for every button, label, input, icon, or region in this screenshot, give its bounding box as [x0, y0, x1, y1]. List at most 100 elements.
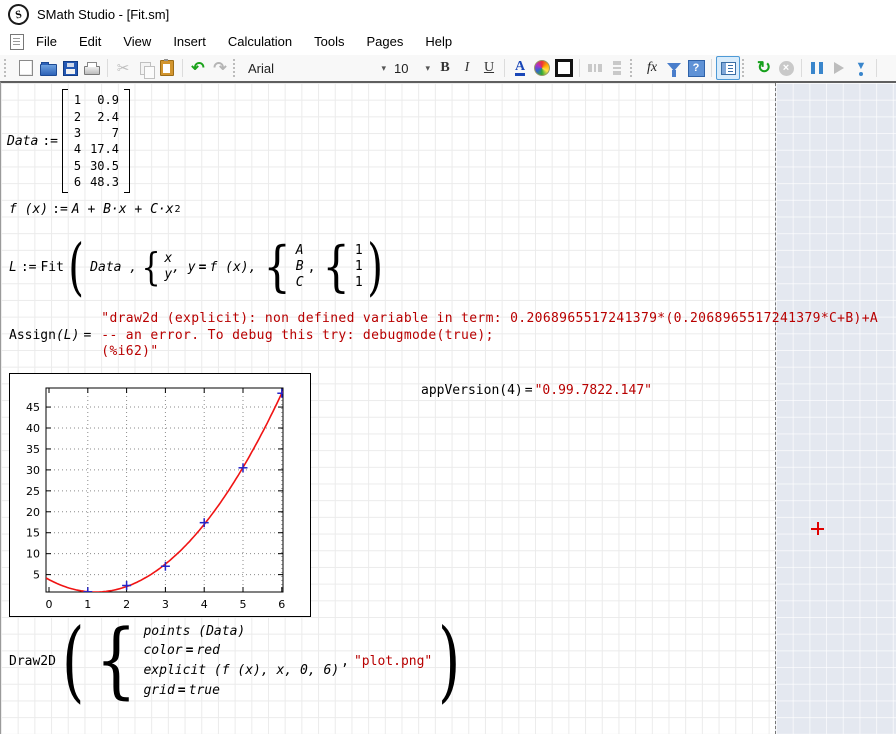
- filter-button[interactable]: [663, 57, 685, 79]
- draw2d-filename: "plot.png": [354, 654, 432, 669]
- svg-text:30: 30: [26, 464, 40, 477]
- paste-button[interactable]: [156, 57, 178, 79]
- app-version-region[interactable]: appVersion (4) = "0.99.7822.147": [421, 383, 652, 398]
- font-size-select[interactable]: 10 ▾: [390, 58, 434, 78]
- function-button[interactable]: fx: [641, 57, 663, 79]
- reference-button[interactable]: ?: [685, 57, 707, 79]
- new-page-icon: [19, 60, 33, 76]
- toolbar-separator: [504, 59, 505, 77]
- draw2d-region[interactable]: Draw2D ( { points (Data) color=red expli…: [9, 617, 467, 705]
- menu-edit[interactable]: Edit: [68, 30, 112, 53]
- background-color-button[interactable]: [531, 57, 553, 79]
- bool-equals: =: [196, 260, 210, 275]
- bold-button[interactable]: B: [434, 57, 456, 79]
- data-label: Data: [7, 134, 38, 149]
- print-button[interactable]: [81, 57, 103, 79]
- play-button[interactable]: [828, 57, 850, 79]
- undo-button[interactable]: ↶: [187, 57, 209, 79]
- svg-text:20: 20: [26, 506, 40, 519]
- toolbar-separator: [876, 59, 877, 77]
- vertical-spacing-icon: [613, 61, 621, 75]
- stop-icon: ×: [779, 61, 794, 76]
- play-icon: [834, 62, 844, 74]
- appversion-label: appVersion: [421, 383, 499, 398]
- side-panel-toggle[interactable]: [716, 56, 740, 80]
- page-extension-area[interactable]: [775, 83, 896, 734]
- matrix-row: 37: [73, 125, 119, 141]
- redo-button[interactable]: ↷: [209, 57, 231, 79]
- svg-text:4: 4: [201, 598, 208, 611]
- pause-button[interactable]: [806, 57, 828, 79]
- app-logo-icon: S: [6, 1, 31, 26]
- fit-equation-pre: , y: [172, 260, 195, 275]
- printer-icon: [84, 66, 100, 75]
- font-color-button[interactable]: A: [509, 57, 531, 79]
- stop-button[interactable]: ×: [775, 57, 797, 79]
- underline-icon: U: [484, 60, 494, 76]
- paren-close: ): [367, 238, 383, 297]
- font-family-select[interactable]: Arial ▾: [244, 58, 390, 78]
- fit-lhs: L: [9, 260, 17, 275]
- assign-error-region[interactable]: Assign (L) = "draw2d (explicit): non def…: [9, 311, 878, 361]
- document-icon[interactable]: [10, 34, 24, 50]
- copy-icon: [140, 62, 151, 75]
- chevron-down-icon: ▾: [381, 63, 386, 74]
- function-definition-region[interactable]: f (x) := A + B·x + C·x 2: [9, 202, 181, 217]
- data-matrix-region[interactable]: Data := 10.9 22.4 37 417.4 530.5 648.3: [7, 89, 130, 193]
- error-message: "draw2d (explicit): non defined variable…: [101, 311, 878, 361]
- fit-function-name: Fit: [40, 260, 63, 275]
- draw2d-arguments: points (Data) color=red explicit (f (x),…: [143, 622, 339, 700]
- draw2d-label: Draw2D: [9, 654, 56, 669]
- assign-operator: :=: [38, 134, 62, 149]
- new-button[interactable]: [15, 57, 37, 79]
- svg-text:15: 15: [26, 527, 40, 540]
- open-button[interactable]: [37, 57, 59, 79]
- step-button[interactable]: ▼: [850, 57, 872, 79]
- menu-pages[interactable]: Pages: [356, 30, 415, 53]
- appversion-arg: (4): [499, 383, 522, 398]
- assign-operator: :=: [48, 202, 72, 217]
- fit-definition-region[interactable]: L := Fit ( Data , { xy , y = f (x), { AB…: [9, 235, 387, 299]
- border-button[interactable]: [553, 57, 575, 79]
- help-book-icon: ?: [688, 60, 705, 77]
- font-size-value: 10: [394, 61, 408, 76]
- matrix-table: 10.9 22.4 37 417.4 530.5 648.3: [71, 89, 121, 193]
- paren-open: (: [62, 619, 84, 703]
- menu-tools[interactable]: Tools: [303, 30, 355, 53]
- svg-text:45: 45: [26, 401, 40, 414]
- plot-image[interactable]: 012345651015202530354045: [9, 373, 311, 617]
- funnel-icon: [667, 63, 681, 71]
- chevron-down-icon: ▾: [425, 63, 430, 74]
- font-family-value: Arial: [248, 61, 274, 76]
- matrix-row: 648.3: [73, 174, 119, 190]
- cut-button[interactable]: ✂: [112, 57, 134, 79]
- vector-ones: { 111: [319, 241, 362, 292]
- brace-icon: {: [142, 249, 161, 285]
- menu-calculation[interactable]: Calculation: [217, 30, 303, 53]
- matrix-row: 22.4: [73, 108, 119, 124]
- menu-view[interactable]: View: [112, 30, 162, 53]
- menu-insert[interactable]: Insert: [162, 30, 217, 53]
- toolbar-separator: [107, 59, 108, 77]
- underline-button[interactable]: U: [478, 57, 500, 79]
- toolbar-separator: [801, 59, 802, 77]
- equals-operator: =: [523, 383, 535, 398]
- titlebar: S SMath Studio - [Fit.sm]: [0, 0, 896, 28]
- refresh-icon: ↻: [757, 58, 771, 78]
- open-folder-icon: [40, 64, 57, 76]
- toolbar-separator: [711, 59, 712, 77]
- recalculate-button[interactable]: ↻: [753, 57, 775, 79]
- vertical-spacing-button[interactable]: [606, 57, 628, 79]
- bold-icon: B: [440, 60, 449, 76]
- menu-help[interactable]: Help: [414, 30, 463, 53]
- save-button[interactable]: [59, 57, 81, 79]
- italic-button[interactable]: I: [456, 57, 478, 79]
- horizontal-spacing-button[interactable]: [584, 57, 606, 79]
- worksheet-canvas[interactable]: Data := 10.9 22.4 37 417.4 530.5 648.3 f…: [0, 81, 896, 734]
- svg-text:1: 1: [84, 598, 91, 611]
- fit-equation-post: f (x),: [209, 260, 256, 275]
- font-color-icon: A: [515, 61, 525, 76]
- paren-open: (: [68, 238, 84, 297]
- copy-button[interactable]: [134, 57, 156, 79]
- menu-file[interactable]: File: [25, 30, 68, 53]
